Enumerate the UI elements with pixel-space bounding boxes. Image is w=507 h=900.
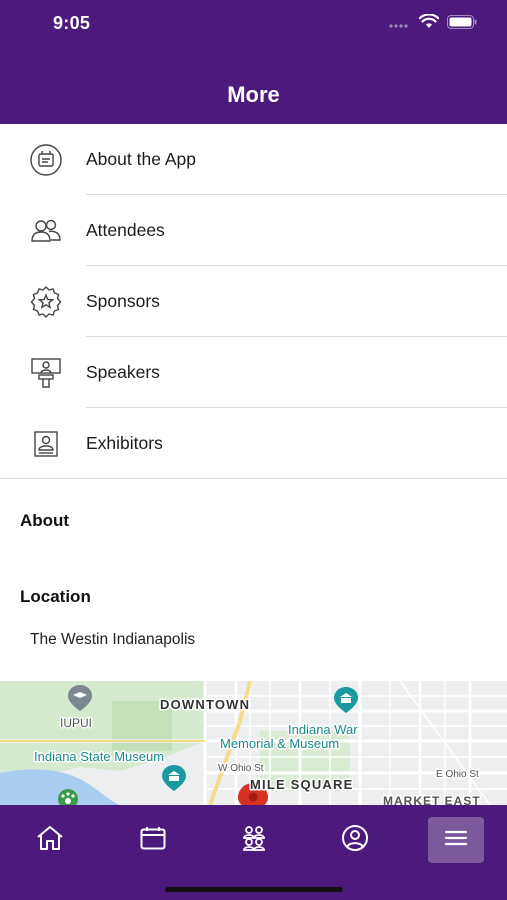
menu-item-label: Speakers	[86, 362, 160, 382]
status-time: 9:05	[53, 13, 91, 33]
menu-item-attendees[interactable]: Attendees	[0, 195, 507, 266]
more-menu-list: About the App Attendees Sponsors Speaker…	[0, 124, 507, 479]
podium-icon	[28, 355, 64, 391]
menu-item-label: Sponsors	[86, 291, 160, 311]
divider	[0, 478, 507, 479]
star-badge-icon	[28, 284, 64, 320]
menu-item-label: About the App	[86, 149, 196, 169]
bottom-tab-bar	[0, 805, 507, 900]
tab-schedule[interactable]	[125, 817, 181, 863]
location-name: The Westin Indianapolis	[30, 631, 196, 648]
people-icon	[28, 213, 64, 249]
tab-profile[interactable]	[327, 817, 383, 863]
cellular-signal-icon	[389, 15, 411, 33]
map-label-downtown: DOWNTOWN	[160, 697, 250, 712]
menu-item-speakers[interactable]: Speakers	[0, 337, 507, 408]
battery-icon	[447, 14, 477, 34]
info-badge-icon	[28, 142, 64, 178]
profile-icon	[341, 824, 369, 857]
map-label-mile-square: MILE SQUARE	[250, 777, 353, 792]
map-label-w-ohio-st: W Ohio St	[218, 763, 264, 774]
status-icons	[389, 13, 477, 34]
menu-item-label: Exhibitors	[86, 433, 163, 453]
home-icon	[36, 825, 64, 856]
map-label-museum: Indiana State Museum	[34, 749, 164, 764]
map-label-iupui: IUPUI	[60, 716, 92, 730]
menu-item-label: Attendees	[86, 220, 165, 240]
map-label-war-memorial: Indiana War	[288, 722, 358, 737]
map-label-market-east: MARKET EAST	[383, 794, 481, 805]
booth-icon	[28, 426, 64, 462]
map-label-war-memorial-museum: Memorial & Museum	[220, 736, 339, 751]
map-label-e-ohio-st: E Ohio St	[436, 769, 479, 780]
calendar-icon	[140, 826, 166, 855]
tab-more[interactable]	[428, 817, 484, 863]
menu-item-about-the-app[interactable]: About the App	[0, 124, 507, 195]
location-heading: Location	[20, 587, 91, 606]
about-heading: About	[20, 511, 70, 530]
home-indicator[interactable]	[165, 887, 343, 892]
tab-attendees[interactable]	[226, 817, 282, 863]
menu-item-sponsors[interactable]: Sponsors	[0, 266, 507, 337]
app-header: 9:05 More	[0, 0, 507, 124]
location-map[interactable]: DOWNTOWN IUPUI Indiana State Museum Indi…	[0, 681, 507, 805]
attendees-icon	[241, 825, 267, 856]
page-title: More	[227, 82, 280, 107]
wifi-icon	[418, 13, 440, 34]
menu-item-exhibitors[interactable]: Exhibitors	[0, 408, 507, 479]
menu-icon	[444, 829, 468, 852]
tab-home[interactable]	[22, 817, 78, 863]
